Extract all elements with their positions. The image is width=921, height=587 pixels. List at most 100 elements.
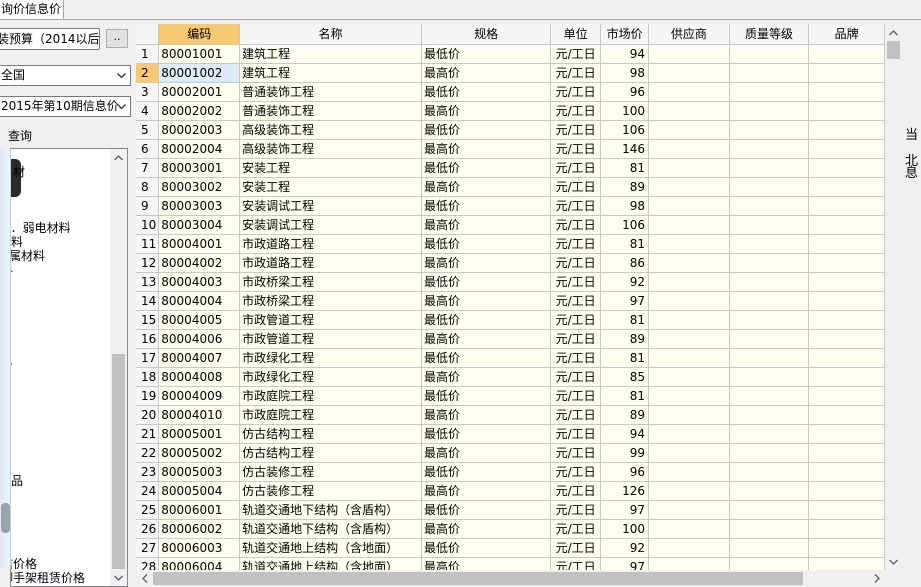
scroll-right-icon[interactable]: [868, 570, 885, 587]
row-number[interactable]: 10: [136, 215, 160, 235]
cell-unit[interactable]: 元/工日: [550, 177, 602, 197]
price-grid[interactable]: 编码 名称 规格 单位 市场价 供应商 质量等级 品牌 1 80001001 建筑工…: [136, 24, 885, 587]
cell-quality[interactable]: [729, 386, 810, 406]
cell-brand[interactable]: [808, 424, 885, 444]
cell-code[interactable]: 80003004: [158, 215, 241, 235]
cell-name[interactable]: 仿古装修工程: [239, 462, 422, 482]
cell-name[interactable]: 市政庭院工程: [239, 386, 422, 406]
cell-unit[interactable]: 元/工日: [550, 63, 602, 83]
cell-code[interactable]: 80004005: [158, 310, 241, 330]
cell-supplier[interactable]: [648, 63, 730, 83]
cell-code[interactable]: 80004006: [158, 329, 241, 349]
cell-name[interactable]: 市政管道工程: [239, 310, 422, 330]
cell-unit[interactable]: 元/工日: [550, 348, 602, 368]
cell-unit[interactable]: 元/工日: [550, 462, 602, 482]
cell-spec[interactable]: 最低价: [421, 82, 552, 102]
cell-price[interactable]: 89: [600, 405, 650, 425]
cell-spec[interactable]: 最低价: [421, 348, 552, 368]
row-number[interactable]: 11: [136, 234, 160, 254]
table-row[interactable]: 7 80003001 安装工程 最低价 元/工日 81: [136, 158, 885, 178]
cell-name[interactable]: 市政绿化工程: [239, 348, 422, 368]
row-number[interactable]: 4: [136, 101, 160, 121]
table-row[interactable]: 10 80003004 安装调试工程 最高价 元/工日 106: [136, 215, 885, 235]
cell-price[interactable]: 100: [600, 519, 650, 539]
cell-quality[interactable]: [729, 215, 810, 235]
cell-unit[interactable]: 元/工日: [550, 310, 602, 330]
cell-spec[interactable]: 最低价: [421, 424, 552, 444]
cell-name[interactable]: 高级装饰工程: [239, 139, 422, 159]
table-row[interactable]: 3 80002001 普通装饰工程 最低价 元/工日 96: [136, 82, 885, 102]
cell-spec[interactable]: 最低价: [421, 538, 552, 558]
cell-quality[interactable]: [729, 272, 810, 292]
cell-name[interactable]: 高级装饰工程: [239, 120, 422, 140]
cell-quality[interactable]: [729, 44, 810, 64]
cell-spec[interactable]: 最高价: [421, 101, 552, 121]
cell-quality[interactable]: [729, 538, 810, 558]
cell-name[interactable]: 仿古结构工程: [239, 443, 422, 463]
cell-spec[interactable]: 最高价: [421, 329, 552, 349]
budget-type-button[interactable]: 安装预算（2014以后）: [0, 28, 100, 50]
cell-price[interactable]: 96: [600, 462, 650, 482]
cell-name[interactable]: 市政庭院工程: [239, 405, 422, 425]
cell-unit[interactable]: 元/工日: [550, 443, 602, 463]
scroll-up-icon[interactable]: [110, 149, 127, 166]
cell-unit[interactable]: 元/工日: [550, 272, 602, 292]
cell-supplier[interactable]: [648, 82, 730, 102]
cell-spec[interactable]: 最低价: [421, 196, 552, 216]
row-number[interactable]: 1: [136, 44, 160, 64]
cell-brand[interactable]: [808, 367, 885, 387]
row-number[interactable]: 21: [136, 424, 160, 444]
cell-supplier[interactable]: [648, 386, 730, 406]
row-number[interactable]: 27: [136, 538, 160, 558]
cell-quality[interactable]: [729, 348, 810, 368]
table-row[interactable]: 6 80002004 高级装饰工程 最高价 元/工日 146: [136, 139, 885, 159]
table-row[interactable]: 11 80004001 市政道路工程 最低价 元/工日 81: [136, 234, 885, 254]
cell-name[interactable]: 市政桥梁工程: [239, 272, 422, 292]
cell-spec[interactable]: 最高价: [421, 215, 552, 235]
cell-brand[interactable]: [808, 139, 885, 159]
row-number[interactable]: 12: [136, 253, 160, 273]
cell-brand[interactable]: [808, 500, 885, 520]
table-row[interactable]: 1 80001001 建筑工程 最低价 元/工日 94: [136, 44, 885, 64]
cell-price[interactable]: 89: [600, 177, 650, 197]
cell-code[interactable]: 80004008: [158, 367, 241, 387]
cell-quality[interactable]: [729, 462, 810, 482]
cell-unit[interactable]: 元/工日: [550, 139, 602, 159]
table-row[interactable]: 8 80003002 安装工程 最高价 元/工日 89: [136, 177, 885, 197]
cell-spec[interactable]: 最高价: [421, 367, 552, 387]
cell-spec[interactable]: 最高价: [421, 405, 552, 425]
cell-quality[interactable]: [729, 177, 810, 197]
cell-name[interactable]: 轨道交通地下结构（含盾构）: [239, 500, 422, 520]
cell-quality[interactable]: [729, 101, 810, 121]
row-number[interactable]: 5: [136, 120, 160, 140]
table-row[interactable]: 17 80004007 市政绿化工程 最低价 元/工日 81: [136, 348, 885, 368]
cell-brand[interactable]: [808, 443, 885, 463]
tree-item[interactable]: 制品: [11, 472, 23, 489]
table-row[interactable]: 27 80006003 轨道交通地上结构（含地面） 最低价 元/工日 92: [136, 538, 885, 558]
cell-quality[interactable]: [729, 405, 810, 425]
cell-spec[interactable]: 最低价: [421, 234, 552, 254]
cell-spec[interactable]: 最低价: [421, 386, 552, 406]
cell-unit[interactable]: 元/工日: [550, 215, 602, 235]
tree-scroll-thumb[interactable]: [112, 354, 125, 569]
cell-brand[interactable]: [808, 215, 885, 235]
cell-quality[interactable]: [729, 367, 810, 387]
cell-supplier[interactable]: [648, 234, 730, 254]
cell-code[interactable]: 80004004: [158, 291, 241, 311]
cell-name[interactable]: 普通装饰工程: [239, 82, 422, 102]
region-select[interactable]: 全国: [0, 65, 131, 86]
grid-vertical-scrollbar[interactable]: [885, 24, 902, 570]
cell-supplier[interactable]: [648, 253, 730, 273]
cell-code[interactable]: 80003001: [158, 158, 241, 178]
cell-spec[interactable]: 最低价: [421, 44, 552, 64]
table-row[interactable]: 5 80002003 高级装饰工程 最低价 元/工日 106: [136, 120, 885, 140]
cell-code[interactable]: 80004007: [158, 348, 241, 368]
cell-name[interactable]: 安装调试工程: [239, 215, 422, 235]
cell-name[interactable]: 建筑工程: [239, 63, 422, 83]
cell-unit[interactable]: 元/工日: [550, 120, 602, 140]
table-row[interactable]: 18 80004008 市政绿化工程 最高价 元/工日 85: [136, 367, 885, 387]
cell-spec[interactable]: 最低价: [421, 500, 552, 520]
grid-vscroll-thumb[interactable]: [887, 41, 900, 59]
row-number[interactable]: 3: [136, 82, 160, 102]
scroll-down-icon[interactable]: [110, 569, 127, 586]
